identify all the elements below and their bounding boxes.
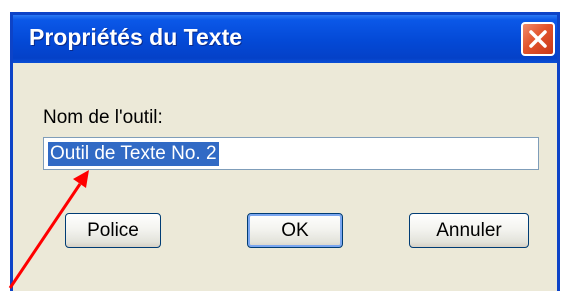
- cancel-button[interactable]: Annuler: [409, 213, 529, 248]
- close-icon: [529, 30, 547, 48]
- font-button[interactable]: Police: [65, 213, 161, 248]
- ok-button[interactable]: OK: [247, 213, 343, 248]
- dialog-body: Nom de l'outil: Outil de Texte No. 2 Pol…: [13, 63, 557, 291]
- tool-name-value: Outil de Texte No. 2: [48, 142, 219, 166]
- tool-name-input[interactable]: Outil de Texte No. 2: [43, 137, 539, 170]
- text-properties-dialog: Propriétés du Texte Nom de l'outil: Outi…: [10, 12, 560, 291]
- close-button[interactable]: [521, 22, 555, 56]
- title-bar[interactable]: Propriétés du Texte: [13, 15, 557, 63]
- dialog-title: Propriétés du Texte: [29, 24, 243, 50]
- tool-name-label: Nom de l'outil:: [43, 107, 163, 128]
